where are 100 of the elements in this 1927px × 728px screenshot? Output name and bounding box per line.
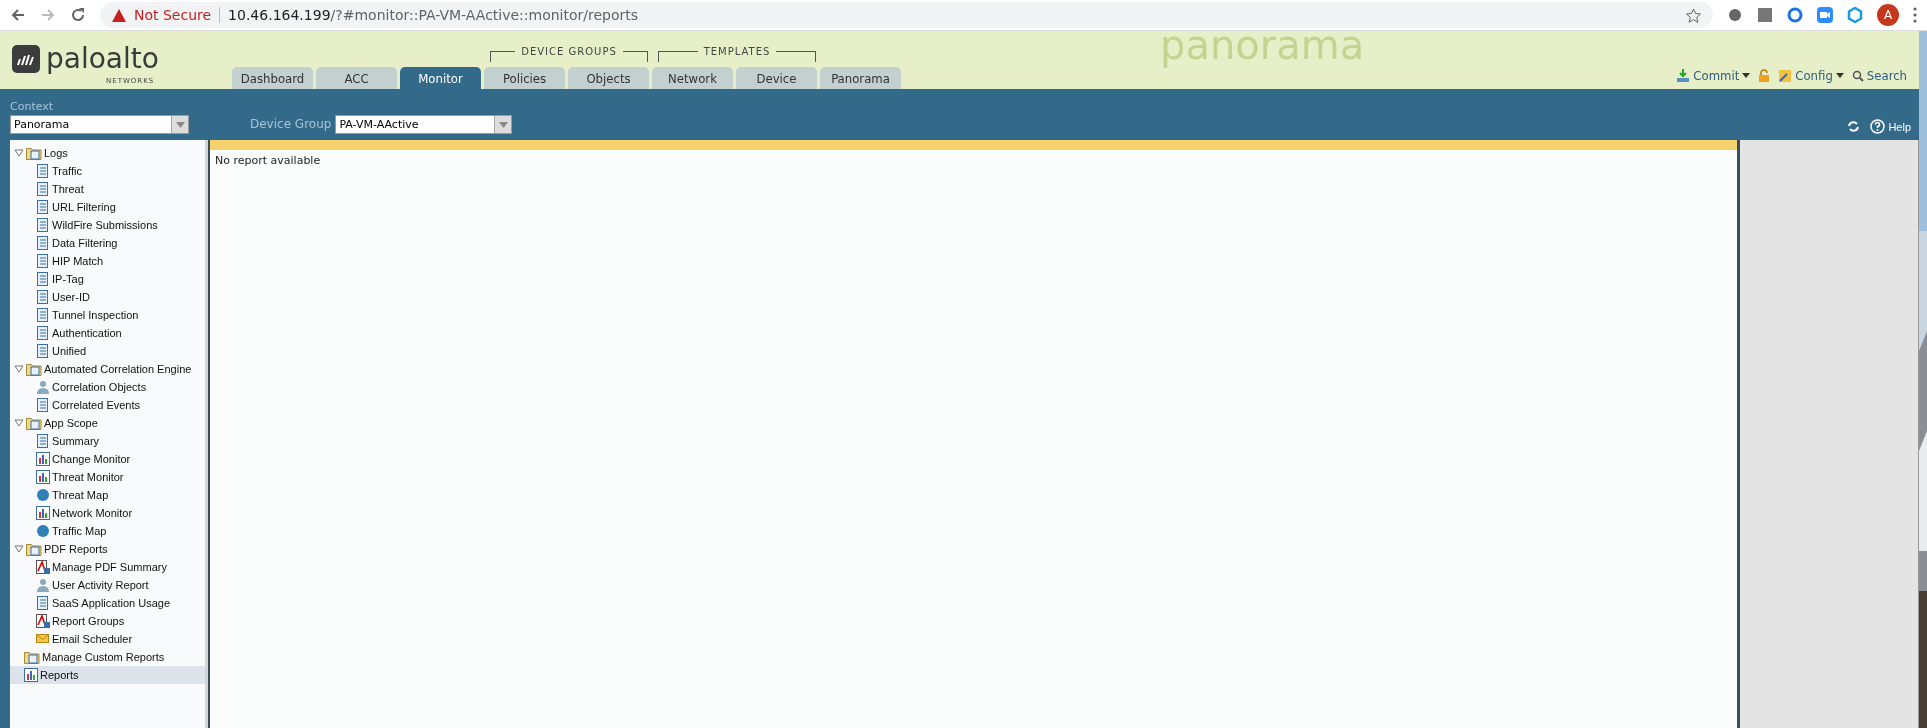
device-group-label: Device Group <box>250 116 332 133</box>
folder-icon <box>26 146 42 160</box>
log-icon <box>36 182 50 196</box>
back-icon[interactable] <box>10 7 26 23</box>
help-button[interactable]: Help <box>1870 119 1911 134</box>
tree-item[interactable]: Traffic Map <box>10 522 205 540</box>
nav-tab[interactable]: Dashboard <box>232 67 313 89</box>
menu-icon[interactable] <box>1913 7 1917 23</box>
bar-chart-icon <box>36 452 50 466</box>
caret-icon <box>175 121 185 128</box>
log-icon <box>36 326 50 340</box>
extension-icon[interactable] <box>1847 7 1863 23</box>
tree-item[interactable]: Network Monitor <box>10 504 205 522</box>
tree-item[interactable]: IP-Tag <box>10 270 205 288</box>
bar-chart-icon <box>36 506 50 520</box>
tree-item[interactable]: Reports <box>10 666 205 684</box>
log-icon <box>36 164 50 178</box>
profile-avatar[interactable]: A <box>1877 4 1899 26</box>
tree-item[interactable]: HIP Match <box>10 252 205 270</box>
context-dropdown[interactable]: Panorama <box>10 115 189 134</box>
folder-icon <box>26 362 42 376</box>
url-host: 10.46.164.199 <box>219 7 331 23</box>
tab-group-label: DEVICE GROUPS <box>515 45 623 58</box>
nav-tab[interactable]: Device <box>736 67 817 89</box>
tree-item[interactable]: Threat <box>10 180 205 198</box>
extension-icon[interactable] <box>1727 7 1743 23</box>
folder-icon <box>26 416 42 430</box>
nav-tab[interactable]: Objects <box>568 67 649 89</box>
tree-item[interactable]: Traffic <box>10 162 205 180</box>
globe-icon <box>36 524 50 538</box>
padlock-icon[interactable] <box>1758 69 1771 82</box>
log-icon <box>36 596 50 610</box>
expand-toggle-icon[interactable] <box>14 148 24 158</box>
tree-item[interactable]: App Scope <box>10 414 205 432</box>
address-bar[interactable]: Not Secure 10.46.164.199/?#monitor::PA-VM-AActive::monitor/reports <box>100 2 1713 28</box>
nav-tab[interactable]: Network <box>652 67 733 89</box>
tree-item[interactable]: WildFire Submissions <box>10 216 205 234</box>
caret-icon <box>1742 73 1751 78</box>
log-icon <box>36 398 50 412</box>
tree-item[interactable]: Tunnel Inspection <box>10 306 205 324</box>
tree-item[interactable]: Authentication <box>10 324 205 342</box>
person-icon <box>36 578 50 592</box>
tree-item[interactable]: Logs <box>10 144 205 162</box>
tree-item[interactable]: Correlated Events <box>10 396 205 414</box>
tree-item[interactable]: Data Filtering <box>10 234 205 252</box>
tree-item[interactable]: Change Monitor <box>10 450 205 468</box>
nav-tab[interactable]: Policies <box>484 67 565 89</box>
tree-item[interactable]: Automated Correlation Engine <box>10 360 205 378</box>
log-icon <box>36 200 50 214</box>
extension-icon[interactable] <box>1757 7 1773 23</box>
tree-item[interactable]: Summary <box>10 432 205 450</box>
tree-item[interactable]: Manage PDF Summary <box>10 558 205 576</box>
tree-item[interactable]: Correlation Objects <box>10 378 205 396</box>
person-icon <box>36 380 50 394</box>
tab-group-label: TEMPLATES <box>697 45 777 58</box>
expand-toggle-icon[interactable] <box>14 544 24 554</box>
reload-icon[interactable] <box>70 7 86 23</box>
tree-item[interactable]: Unified <box>10 342 205 360</box>
nav-tab[interactable]: ACC <box>316 67 397 89</box>
log-icon <box>36 290 50 304</box>
device-group-dropdown[interactable]: PA-VM-AActive <box>335 115 513 134</box>
tree-item[interactable]: Threat Monitor <box>10 468 205 486</box>
folder-icon <box>24 650 40 664</box>
tree-item[interactable]: User Activity Report <box>10 576 205 594</box>
commit-menu[interactable]: Commit <box>1676 68 1751 83</box>
caret-icon <box>498 121 508 128</box>
tree-item[interactable]: Email Scheduler <box>10 630 205 648</box>
log-icon <box>36 308 50 322</box>
tree-item[interactable]: User-ID <box>10 288 205 306</box>
config-menu[interactable]: Config <box>1778 68 1844 83</box>
logo-icon <box>12 45 40 73</box>
caret-icon <box>1835 73 1844 78</box>
expand-toggle-icon[interactable] <box>14 364 24 374</box>
tree-item[interactable]: PDF Reports <box>10 540 205 558</box>
log-icon <box>36 236 50 250</box>
log-icon <box>36 344 50 358</box>
envelope-icon <box>36 632 50 646</box>
log-icon <box>36 254 50 268</box>
search-icon <box>1851 69 1864 82</box>
url-path: /?#monitor::PA-VM-AActive::monitor/reports <box>330 7 639 23</box>
nav-tab[interactable]: Panorama <box>820 67 901 89</box>
log-icon <box>36 272 50 286</box>
video-camera-icon[interactable] <box>1817 7 1833 23</box>
tree-item[interactable]: Threat Map <box>10 486 205 504</box>
nav-tab[interactable]: Monitor <box>400 67 481 89</box>
help-icon <box>1870 119 1886 134</box>
globe-icon <box>36 488 50 502</box>
empty-message: No report available <box>214 153 322 169</box>
download-icon <box>1676 68 1691 83</box>
bar-chart-icon <box>24 668 38 682</box>
expand-toggle-icon[interactable] <box>14 418 24 428</box>
extension-icon[interactable] <box>1787 7 1803 23</box>
refresh-icon[interactable] <box>1847 120 1861 133</box>
tree-item[interactable]: Report Groups <box>10 612 205 630</box>
search-link[interactable]: Search <box>1851 68 1907 83</box>
star-icon[interactable] <box>1686 7 1701 23</box>
security-label: Not Secure <box>134 7 212 23</box>
tree-item[interactable]: SaaS Application Usage <box>10 594 205 612</box>
tree-item[interactable]: URL Filtering <box>10 198 205 216</box>
tree-item[interactable]: Manage Custom Reports <box>10 648 205 666</box>
